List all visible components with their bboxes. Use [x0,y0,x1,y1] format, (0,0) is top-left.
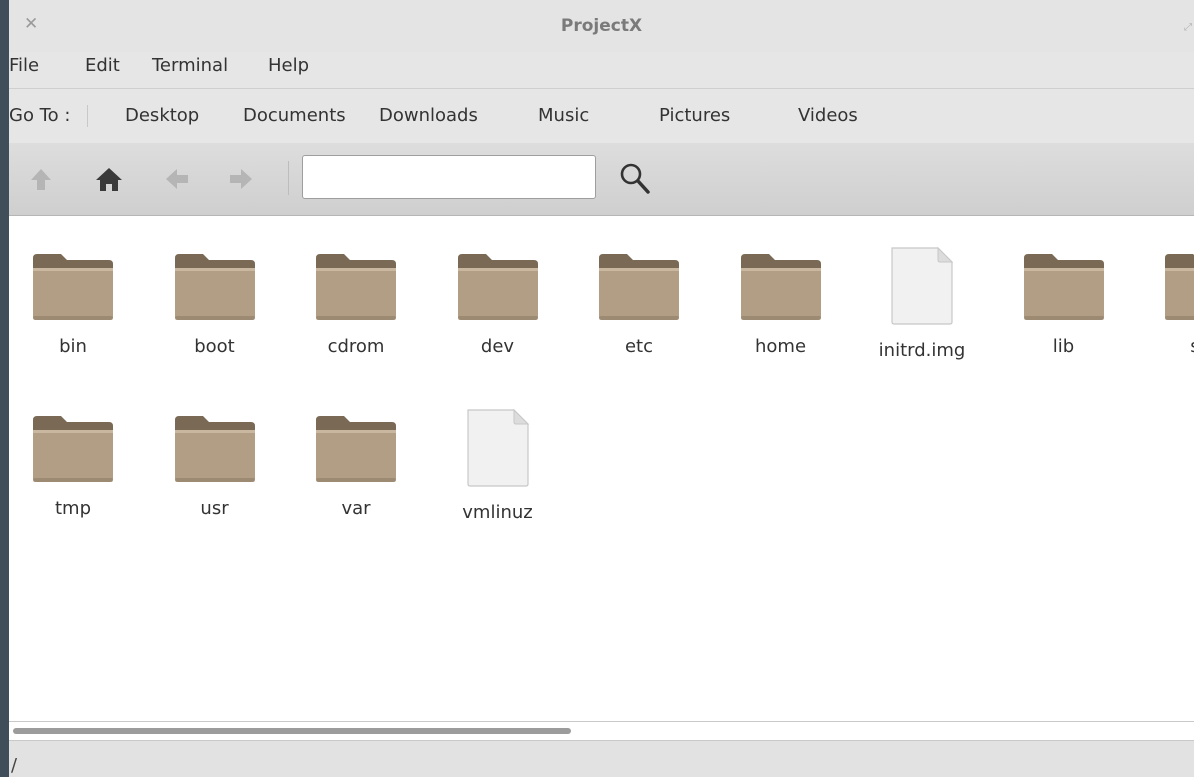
up-arrow-icon[interactable] [25,163,57,195]
folder-icon [155,246,275,322]
folder-icon [296,246,416,322]
folder-item[interactable]: bin [13,246,133,357]
menu-bar: File Edit Terminal Help [9,52,1194,86]
folder-item[interactable]: boot [155,246,275,357]
item-label: tmp [54,498,92,519]
folder-item[interactable]: sys [1145,246,1194,357]
folder-icon [13,408,133,484]
current-path: / [11,755,18,776]
goto-pictures[interactable]: Pictures [659,105,730,126]
file-item[interactable]: initrd.img [862,246,982,361]
item-label: cdrom [327,336,385,357]
menu-file[interactable]: File [9,55,39,76]
search-icon[interactable] [615,159,655,199]
goto-desktop[interactable]: Desktop [125,105,199,126]
maximize-icon[interactable]: ⤢ [1184,22,1192,33]
folder-icon [1004,246,1124,322]
goto-downloads[interactable]: Downloads [379,105,478,126]
menu-edit[interactable]: Edit [85,55,120,76]
file-item[interactable]: vmlinuz [438,408,558,523]
menu-help[interactable]: Help [268,55,309,76]
path-input[interactable] [302,155,596,199]
goto-music[interactable]: Music [538,105,589,126]
folder-icon [721,246,841,322]
goto-videos[interactable]: Videos [798,105,858,126]
item-label: etc [624,336,654,357]
forward-arrow-icon[interactable] [225,163,257,195]
file-icon [438,408,558,488]
window-title: ProjectX [560,16,643,36]
folder-item[interactable]: cdrom [296,246,416,357]
item-label: vmlinuz [462,502,533,523]
item-label: home [754,336,807,357]
item-label: bin [59,336,87,357]
folder-item[interactable]: tmp [13,408,133,519]
folder-icon [155,408,275,484]
folder-item[interactable]: usr [155,408,275,519]
folder-item[interactable]: etc [579,246,699,357]
scrollbar-thumb[interactable] [13,728,571,734]
item-label: boot [194,336,235,357]
goto-label: Go To : [9,105,71,126]
file-icon [862,246,982,326]
back-arrow-icon[interactable] [161,163,193,195]
status-bar: / [9,740,1194,777]
folder-icon [579,246,699,322]
folder-icon [438,246,558,322]
toolbar [9,143,1194,216]
folder-item[interactable]: dev [438,246,558,357]
file-view[interactable]: bin boot cdrom dev etc home initrd.img lib sys tm… [9,216,1194,721]
item-label: var [341,498,371,519]
folder-icon [1145,246,1194,322]
item-label: dev [480,336,515,357]
folder-icon [296,408,416,484]
folder-item[interactable]: var [296,408,416,519]
toolbar-separator [288,161,289,195]
folder-icon [13,246,133,322]
goto-bar: Go To : Desktop Documents Downloads Musi… [9,88,1194,144]
folder-item[interactable]: home [721,246,841,357]
item-label: usr [200,498,229,519]
item-label: initrd.img [878,340,966,361]
horizontal-scrollbar[interactable] [9,721,1194,740]
item-label: sys [1145,336,1194,357]
item-label: lib [1052,336,1075,357]
title-bar[interactable]: ✕ ProjectX ⤢ [9,0,1194,52]
home-icon[interactable] [93,163,125,195]
goto-documents[interactable]: Documents [243,105,346,126]
goto-separator [87,105,88,127]
folder-item[interactable]: lib [1004,246,1124,357]
menu-terminal[interactable]: Terminal [152,55,228,76]
file-manager-window: ✕ ProjectX ⤢ File Edit Terminal Help Go … [9,0,1194,777]
